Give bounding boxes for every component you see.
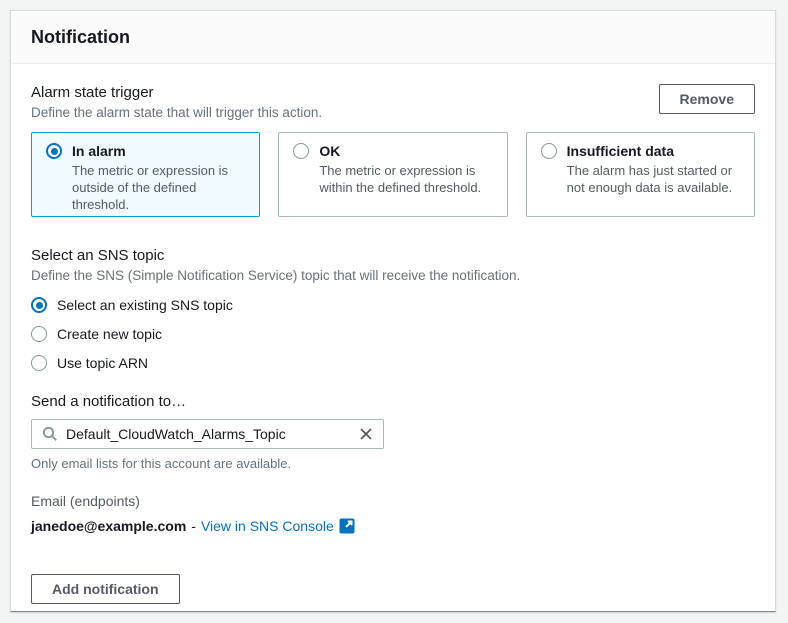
send-to-label: Send a notification to… bbox=[31, 393, 755, 411]
option-use-topic-arn-label: Use topic ARN bbox=[57, 353, 148, 373]
sns-topic-options: Select an existing SNS topic Create new … bbox=[31, 295, 755, 373]
radio-in-alarm[interactable] bbox=[46, 143, 62, 159]
radio-use-topic-arn[interactable] bbox=[31, 355, 47, 371]
search-icon bbox=[42, 426, 58, 442]
card-ok-title: OK bbox=[319, 143, 340, 159]
card-in-alarm-description: The metric or expression is outside of t… bbox=[72, 162, 245, 213]
radio-existing-sns-topic[interactable] bbox=[31, 297, 47, 313]
email-endpoints-label: Email (endpoints) bbox=[31, 493, 755, 509]
card-ok-title-row: OK bbox=[293, 143, 492, 159]
card-in-alarm[interactable]: In alarm The metric or expression is out… bbox=[31, 132, 260, 217]
alarm-state-trigger-label: Alarm state trigger bbox=[31, 84, 322, 102]
alarm-state-cards: In alarm The metric or expression is out… bbox=[31, 132, 755, 217]
option-existing-sns-topic-label: Select an existing SNS topic bbox=[57, 295, 233, 315]
card-ok[interactable]: OK The metric or expression is within th… bbox=[278, 132, 507, 217]
clear-input-icon[interactable] bbox=[359, 427, 373, 441]
add-notification-wrap: Add notification bbox=[31, 574, 755, 604]
card-in-alarm-title: In alarm bbox=[72, 143, 126, 159]
view-in-sns-console-link[interactable]: View in SNS Console bbox=[201, 518, 355, 534]
email-endpoints-row: janedoe@example.com - View in SNS Consol… bbox=[31, 518, 755, 534]
radio-dot bbox=[298, 148, 305, 155]
option-create-new-topic-label: Create new topic bbox=[57, 324, 162, 344]
panel-content: Alarm state trigger Define the alarm sta… bbox=[11, 64, 775, 623]
external-link-icon bbox=[339, 518, 355, 534]
email-separator: - bbox=[191, 518, 196, 534]
sns-topic-search-input[interactable] bbox=[66, 426, 351, 442]
card-insufficient-data-title: Insufficient data bbox=[567, 143, 674, 159]
radio-ok[interactable] bbox=[293, 143, 309, 159]
view-in-sns-console-link-text: View in SNS Console bbox=[201, 518, 334, 534]
radio-dot bbox=[36, 331, 43, 338]
option-create-new-topic[interactable]: Create new topic bbox=[31, 324, 755, 344]
sns-topic-section: Select an SNS topic Define the SNS (Simp… bbox=[31, 247, 755, 373]
alarm-state-trigger-description: Define the alarm state that will trigger… bbox=[31, 104, 322, 122]
panel-header: Notification bbox=[11, 11, 775, 64]
radio-dot bbox=[36, 360, 43, 367]
radio-dot bbox=[545, 148, 552, 155]
radio-dot bbox=[36, 302, 43, 309]
send-to-section: Send a notification to… Only email list bbox=[31, 393, 755, 471]
alarm-state-trigger-labels: Alarm state trigger Define the alarm sta… bbox=[31, 84, 322, 122]
add-notification-button[interactable]: Add notification bbox=[31, 574, 180, 604]
option-existing-sns-topic[interactable]: Select an existing SNS topic bbox=[31, 295, 755, 315]
card-in-alarm-title-row: In alarm bbox=[46, 143, 245, 159]
sns-topic-description: Define the SNS (Simple Notification Serv… bbox=[31, 267, 755, 285]
card-insufficient-data[interactable]: Insufficient data The alarm has just sta… bbox=[526, 132, 755, 217]
radio-create-new-topic[interactable] bbox=[31, 326, 47, 342]
card-ok-description: The metric or expression is within the d… bbox=[319, 162, 492, 196]
remove-button[interactable]: Remove bbox=[659, 84, 755, 114]
page-title: Notification bbox=[31, 27, 755, 48]
email-endpoints-section: Email (endpoints) janedoe@example.com - … bbox=[31, 493, 755, 534]
sns-topic-search-box[interactable] bbox=[31, 419, 384, 449]
card-insufficient-data-description: The alarm has just started or not enough… bbox=[567, 162, 740, 196]
alarm-state-trigger-header: Alarm state trigger Define the alarm sta… bbox=[31, 84, 755, 122]
send-to-helper-text: Only email lists for this account are av… bbox=[31, 456, 755, 471]
radio-dot bbox=[51, 148, 58, 155]
notification-panel: Notification Alarm state trigger Define … bbox=[10, 10, 776, 612]
option-use-topic-arn[interactable]: Use topic ARN bbox=[31, 353, 755, 373]
card-insufficient-data-title-row: Insufficient data bbox=[541, 143, 740, 159]
radio-insufficient-data[interactable] bbox=[541, 143, 557, 159]
email-address: janedoe@example.com bbox=[31, 518, 186, 534]
sns-topic-label: Select an SNS topic bbox=[31, 247, 755, 265]
